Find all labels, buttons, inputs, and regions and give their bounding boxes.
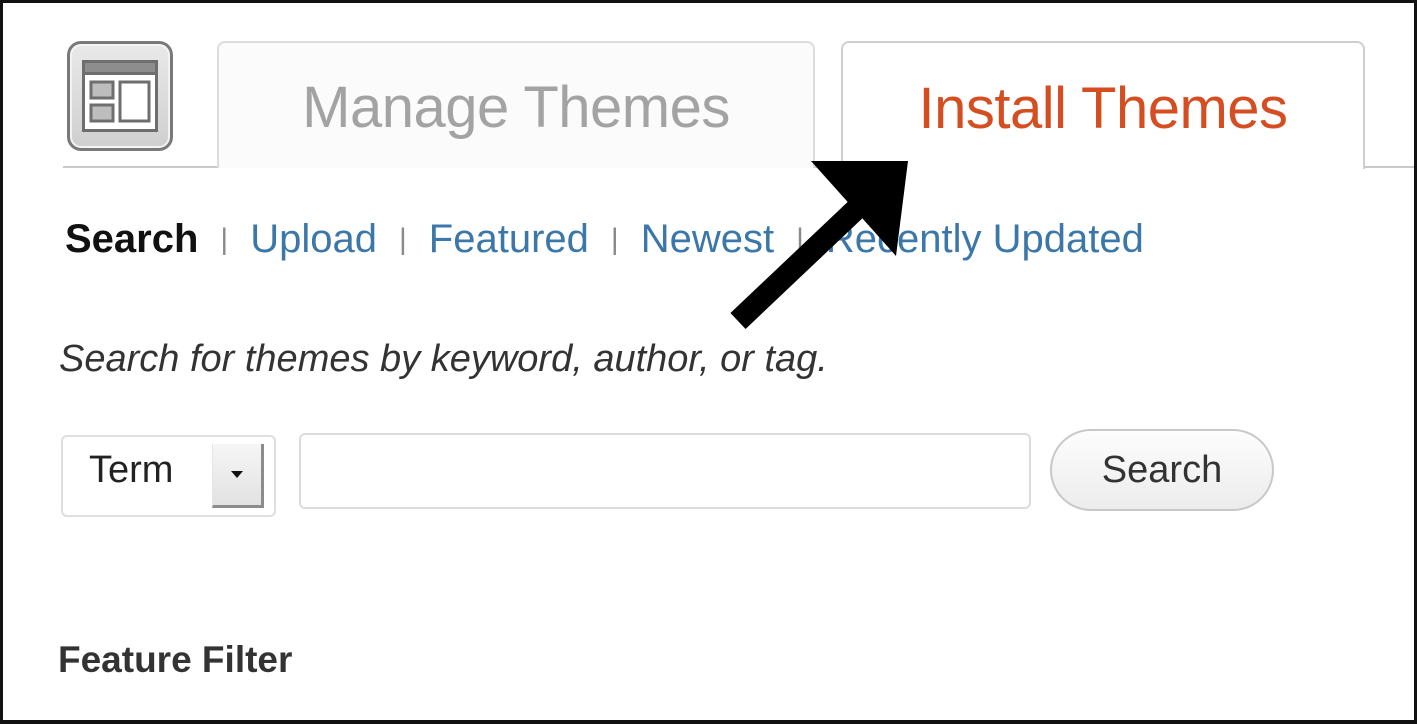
search-type-dropdown-button[interactable] <box>212 444 264 508</box>
install-subnav: Search | Upload | Featured | Newest | Re… <box>65 217 1144 262</box>
subnav-separator: | <box>796 223 804 256</box>
subnav-featured[interactable]: Featured <box>429 217 589 262</box>
subnav-separator: | <box>610 223 619 256</box>
search-button[interactable]: Search <box>1050 429 1274 511</box>
subnav-upload[interactable]: Upload <box>250 217 377 262</box>
subnav-separator: | <box>398 223 407 256</box>
search-type-value: Term <box>89 449 174 491</box>
subnav-newest[interactable]: Newest <box>641 217 774 262</box>
feature-filter-heading: Feature Filter <box>58 639 293 680</box>
screenshot-frame: Manage Themes Install Themes Search | Up… <box>0 0 1417 724</box>
search-input[interactable] <box>299 433 1031 509</box>
caret-down-icon <box>231 470 243 478</box>
subnav-separator: | <box>220 223 229 256</box>
tab-manage-themes-label: Manage Themes <box>302 75 730 140</box>
tab-install-themes-label: Install Themes <box>918 75 1288 141</box>
tab-install-themes[interactable]: Install Themes <box>841 41 1365 169</box>
subnav-search[interactable]: Search <box>65 217 198 262</box>
themes-layout-icon <box>67 41 173 151</box>
search-description: Search for themes by keyword, author, or… <box>59 338 828 380</box>
subnav-recently-updated[interactable]: Recently Updated <box>826 217 1144 262</box>
tab-manage-themes[interactable]: Manage Themes <box>217 41 815 168</box>
